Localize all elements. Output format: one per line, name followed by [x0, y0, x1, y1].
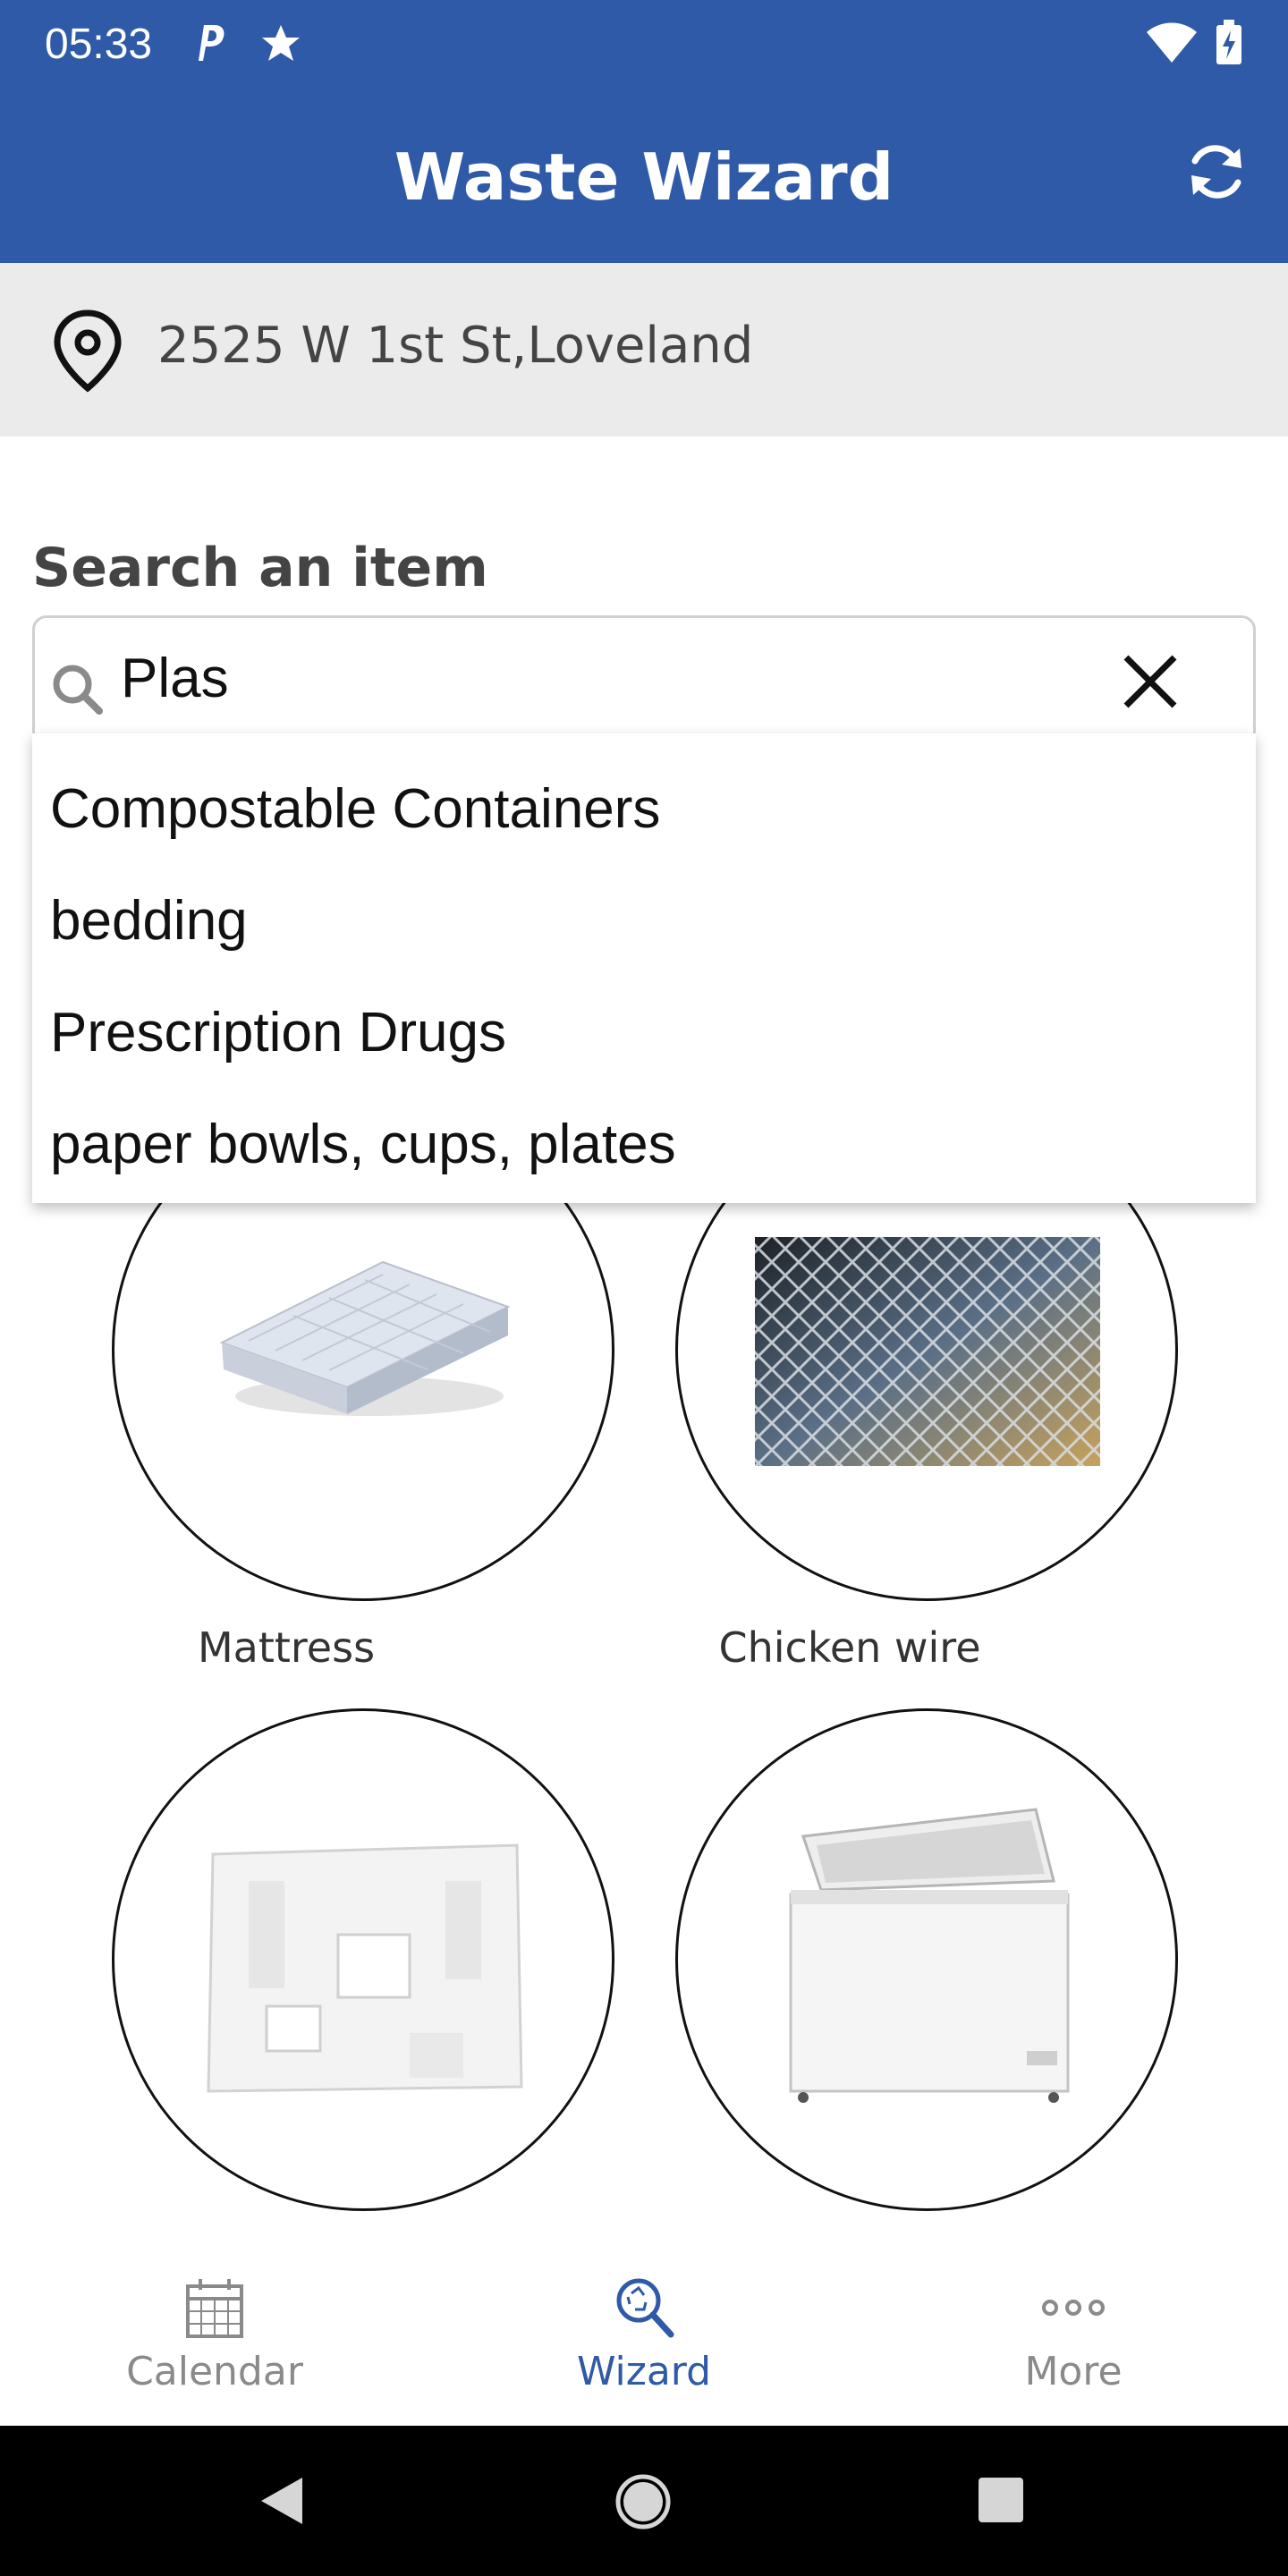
parking-icon	[199, 25, 225, 61]
back-icon[interactable]	[258, 2476, 308, 2526]
suggestion-item[interactable]: Compostable Containers	[50, 760, 1231, 859]
tab-calendar[interactable]: Calendar	[0, 2236, 429, 2426]
nav-label: Calendar	[126, 2349, 303, 2394]
suggestion-item[interactable]: paper bowls, cups, plates	[50, 1096, 1231, 1194]
clear-search-icon[interactable]	[1119, 650, 1182, 713]
foam-packaging-image	[207, 1843, 523, 2093]
suggestions-dropdown: Compostable Containers bedding Prescript…	[32, 733, 1256, 1203]
item-image-circle[interactable]	[675, 1708, 1178, 2211]
more-icon	[1042, 2300, 1105, 2316]
item-image-circle[interactable]	[112, 1708, 614, 2211]
freezer-image	[789, 1808, 1070, 2103]
app-bar: Waste Wizard	[0, 86, 1288, 263]
system-nav-bar	[0, 2426, 1288, 2576]
search-icon	[53, 665, 103, 715]
tab-wizard[interactable]: Wizard	[429, 2236, 859, 2426]
bottom-nav: Calendar Wizard More	[0, 2236, 1288, 2426]
calendar-icon	[186, 2279, 243, 2338]
star-icon	[262, 25, 300, 61]
tab-more[interactable]: More	[859, 2236, 1288, 2426]
suggestion-item[interactable]: Prescription Drugs	[50, 984, 1231, 1082]
address-text: 2525 W 1st St,Loveland	[157, 317, 754, 375]
item-label: Mattress	[197, 1623, 376, 1672]
wifi-icon	[1147, 22, 1197, 63]
item-label: Chicken wire	[718, 1623, 981, 1672]
suggestion-item[interactable]: bedding	[50, 872, 1231, 970]
wizard-search-icon	[616, 2278, 674, 2338]
battery-charging-icon	[1216, 20, 1241, 64]
search-label: Search an item	[32, 537, 488, 599]
app-title: Waste Wizard	[394, 140, 894, 215]
status-time: 05:33	[45, 21, 153, 68]
search-input[interactable]	[121, 640, 1087, 716]
nav-label: More	[1024, 2349, 1123, 2394]
home-icon[interactable]	[614, 2472, 673, 2531]
recents-icon[interactable]	[977, 2476, 1025, 2524]
location-pin-icon	[54, 309, 122, 393]
status-bar: 05:33	[0, 0, 1288, 86]
address-bar[interactable]: 2525 W 1st St,Loveland	[0, 263, 1288, 436]
refresh-icon[interactable]	[1181, 136, 1252, 208]
nav-label: Wizard	[576, 2349, 712, 2394]
